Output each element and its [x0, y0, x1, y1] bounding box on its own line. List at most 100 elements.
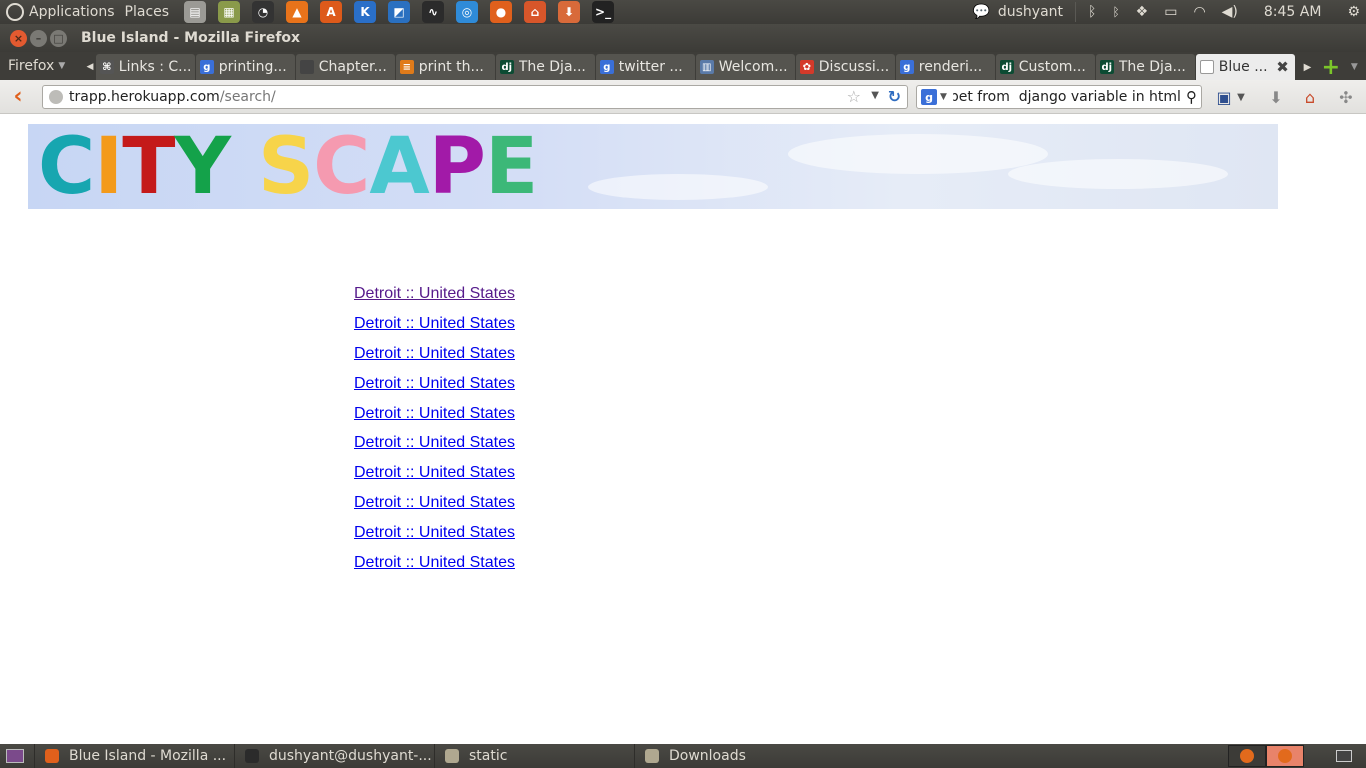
bookmarks-icon[interactable]: ▣: [1212, 86, 1236, 108]
result-link[interactable]: Detroit :: United States: [354, 345, 515, 375]
wifi-icon[interactable]: ◠: [1193, 0, 1205, 24]
tab-label: Chapter...: [318, 59, 387, 75]
back-button[interactable]: ‹: [6, 85, 30, 109]
battery-icon[interactable]: ▭: [1164, 0, 1177, 24]
folder-task-icon: [645, 749, 659, 763]
url-text[interactable]: trapp.herokuapp.com/search/: [69, 89, 276, 105]
browser-tab[interactable]: ≡ print th...: [395, 54, 495, 80]
firefox-workspace-icon: [1278, 749, 1292, 763]
search-input[interactable]: [952, 89, 1181, 105]
cloud-shape: [588, 174, 768, 200]
result-link[interactable]: Detroit :: United States: [354, 375, 515, 405]
safari-icon[interactable]: ◎: [456, 1, 479, 23]
kde-icon[interactable]: K: [354, 1, 377, 23]
home-icon[interactable]: ⌂: [1298, 86, 1322, 108]
search-engine-dropdown-icon[interactable]: ▼: [940, 92, 947, 102]
trash-launcher-icon[interactable]: ▤: [184, 1, 207, 23]
window-maximize-button[interactable]: □: [50, 29, 67, 47]
tab-label: Welcom...: [718, 59, 788, 75]
bluetooth-secondary-icon[interactable]: ᛒ: [1112, 0, 1119, 24]
clock[interactable]: 8:45 AM: [1264, 0, 1322, 24]
taskbar-button[interactable]: dushyant@dushyant-...: [234, 744, 434, 768]
browser-tab[interactable]: ▥ Welcom...: [695, 54, 795, 80]
browser-tab[interactable]: Chapter...: [295, 54, 395, 80]
reload-icon[interactable]: ↻: [888, 87, 901, 106]
scroll-tabs-left-icon[interactable]: ◀: [84, 54, 96, 80]
browser-tab[interactable]: ⌘ Links : C...: [95, 54, 195, 80]
result-link[interactable]: Detroit :: United States: [354, 524, 515, 554]
sketch-app-icon[interactable]: ◩: [388, 1, 411, 23]
top-panel: Applications Places ▤ ▦ ◔ ▲ A K ◩ ∿ ◎ ● ⌂ ⬇ >_ 💬 dus…: [0, 0, 1366, 24]
logo-letter: A: [369, 124, 429, 209]
magnifier-icon[interactable]: ⚲: [1186, 88, 1197, 106]
browser-tab[interactable]: g twitter ...: [595, 54, 695, 80]
search-results: Detroit :: United States Detroit :: Unite…: [354, 285, 515, 584]
url-bar[interactable]: trapp.herokuapp.com/search/ ☆ ▼ ↻: [42, 85, 908, 109]
search-bar[interactable]: g ▼ ⚲: [916, 85, 1202, 109]
vlc-icon[interactable]: ▲: [286, 1, 309, 23]
volume-icon[interactable]: ◀): [1222, 0, 1238, 24]
workspace-1[interactable]: [1228, 745, 1266, 767]
bluetooth-icon[interactable]: ᛒ: [1088, 0, 1096, 24]
applications-menu[interactable]: Applications: [24, 0, 120, 24]
taskbar-button[interactable]: Downloads: [634, 744, 834, 768]
taskbar-button-label: Blue Island - Mozilla ...: [69, 748, 227, 764]
trash-applet[interactable]: [1324, 745, 1364, 767]
browser-tab[interactable]: dj Custom...: [995, 54, 1095, 80]
new-tab-icon[interactable]: +: [1319, 54, 1342, 80]
ubuntu-logo-icon[interactable]: [6, 3, 24, 21]
taskbar-button[interactable]: Blue Island - Mozilla ...: [34, 744, 234, 768]
downloads-arrow-icon[interactable]: ⬇: [1264, 86, 1288, 108]
browser-tab[interactable]: dj The Dja...: [495, 54, 595, 80]
window-titlebar[interactable]: × – □ Blue Island - Mozilla Firefox: [0, 24, 1366, 52]
show-desktop-icon[interactable]: [6, 749, 24, 763]
firefox-menu-button[interactable]: Firefox ▼: [0, 52, 84, 80]
browser-tab[interactable]: Blue ... ✖: [1195, 54, 1295, 80]
scroll-tabs-right-icon[interactable]: ▶: [1296, 54, 1319, 80]
result-link[interactable]: Detroit :: United States: [354, 315, 515, 345]
window-close-button[interactable]: ×: [10, 29, 27, 47]
result-link[interactable]: Detroit :: United States: [354, 464, 515, 494]
workspace-2[interactable]: [1266, 745, 1304, 767]
system-monitor-icon[interactable]: ∿: [422, 1, 445, 23]
downloads-folder-icon[interactable]: ⬇: [558, 1, 581, 23]
result-link[interactable]: Detroit :: United States: [354, 494, 515, 524]
browser-tab[interactable]: g renderi...: [895, 54, 995, 80]
history-dropdown-icon[interactable]: ▼: [871, 90, 879, 101]
url-path: /search/: [219, 89, 276, 105]
tab-close-icon[interactable]: ✖: [1276, 58, 1289, 76]
globe-icon[interactable]: [49, 90, 63, 104]
logo-letter: I: [94, 124, 123, 209]
taskbar-button[interactable]: static: [434, 744, 634, 768]
browser-tab[interactable]: dj The Dja...: [1095, 54, 1195, 80]
tab-favicon-icon: ≡: [399, 60, 414, 74]
home-folder-icon[interactable]: ⌂: [524, 1, 547, 23]
dropbox-icon[interactable]: ❖: [1136, 0, 1149, 24]
terminal-launcher-icon[interactable]: >_: [592, 1, 615, 23]
result-link[interactable]: Detroit :: United States: [354, 405, 515, 435]
window-minimize-button[interactable]: –: [30, 29, 47, 47]
addon-icon[interactable]: ✣: [1334, 86, 1358, 108]
user-name[interactable]: dushyant: [998, 0, 1063, 24]
result-link[interactable]: Detroit :: United States: [354, 434, 515, 464]
list-all-tabs-icon[interactable]: ▼: [1343, 54, 1366, 80]
google-search-engine-icon[interactable]: g: [921, 89, 937, 105]
software-center-icon[interactable]: A: [320, 1, 343, 23]
file-manager-icon[interactable]: ▦: [218, 1, 241, 23]
firefox-launcher-icon[interactable]: ●: [490, 1, 513, 23]
clock-app-icon[interactable]: ◔: [252, 1, 275, 23]
result-link[interactable]: Detroit :: United States: [354, 554, 515, 584]
result-link[interactable]: Detroit :: United States: [354, 285, 515, 315]
launcher-bar: ▤ ▦ ◔ ▲ A K ◩ ∿ ◎ ● ⌂ ⬇ >_: [178, 1, 620, 23]
browser-tab[interactable]: g printing...: [195, 54, 295, 80]
firefox-workspace-icon: [1240, 749, 1254, 763]
bookmarks-dropdown-icon[interactable]: ▼: [1234, 86, 1248, 108]
tab-favicon-icon: ▥: [699, 60, 714, 74]
gear-icon[interactable]: ⚙: [1347, 0, 1360, 24]
page-content: CITY SCAPE Detroit :: United States Detro…: [0, 115, 1366, 744]
tab-label: The Dja...: [1118, 59, 1186, 75]
bookmark-star-icon[interactable]: ☆: [847, 87, 861, 106]
chat-icon[interactable]: 💬: [972, 0, 989, 24]
places-menu[interactable]: Places: [120, 0, 175, 24]
browser-tab[interactable]: ✿ Discussi...: [795, 54, 895, 80]
